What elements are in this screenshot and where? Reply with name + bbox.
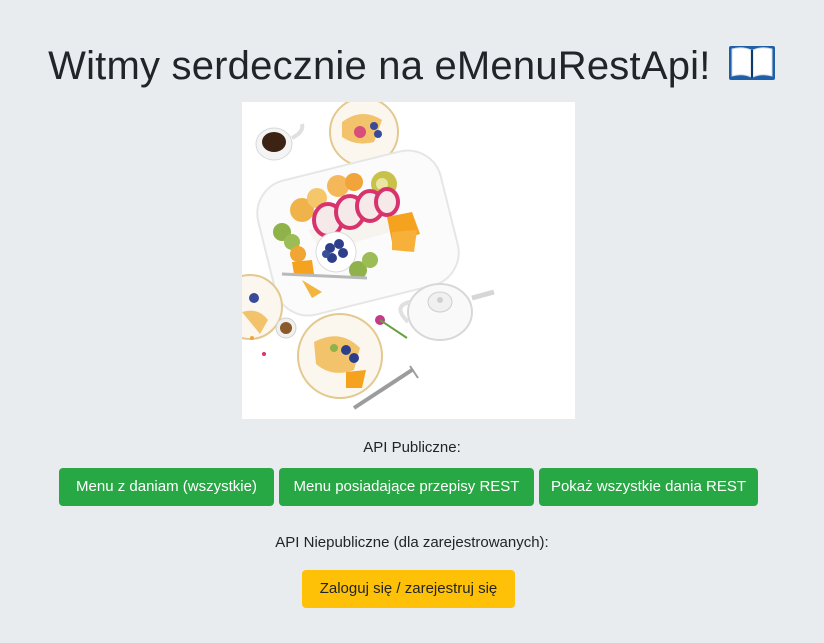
menu-with-dishes-button[interactable]: Menu z daniam (wszystkie) bbox=[59, 468, 274, 506]
menu-with-recipes-rest-button[interactable]: Menu posiadające przepisy REST bbox=[279, 468, 534, 506]
page-title: Witmy serdecznie na eMenuRestApi! bbox=[0, 40, 824, 96]
private-api-label: API Niepubliczne (dla zarejestrowanych): bbox=[275, 534, 549, 551]
food-photo-illustration bbox=[242, 102, 575, 419]
open-book-icon bbox=[728, 43, 776, 96]
hero-food-photo bbox=[242, 102, 575, 419]
page: Witmy serdecznie na eMenuRestApi! API Pu… bbox=[0, 0, 824, 643]
login-register-button[interactable]: Zaloguj się / zarejestruj się bbox=[302, 570, 515, 608]
public-api-label: API Publiczne: bbox=[363, 439, 461, 456]
show-all-dishes-rest-button[interactable]: Pokaż wszystkie dania REST bbox=[539, 468, 758, 506]
page-title-text: Witmy serdecznie na eMenuRestApi! bbox=[48, 44, 711, 88]
